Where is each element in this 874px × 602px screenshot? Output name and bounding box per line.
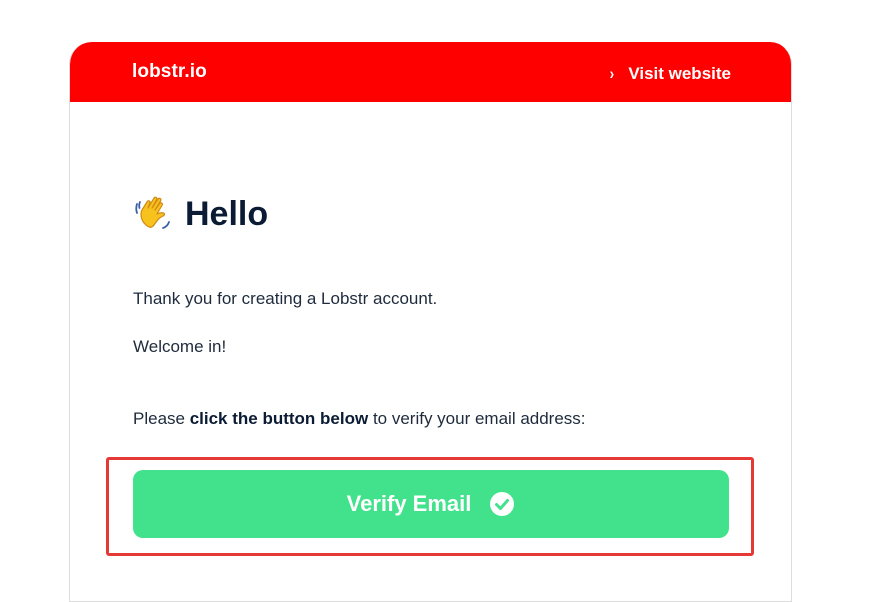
thank-you-text: Thank you for creating a Lobstr account. <box>133 289 438 308</box>
instruction-bold: click the button below <box>189 409 369 428</box>
brand-name: lobstr.io <box>132 61 207 82</box>
visit-website-link[interactable]: › Visit website <box>609 64 731 84</box>
waving-hand-icon <box>135 196 170 229</box>
verify-email-label: Verify Email <box>346 491 472 516</box>
check-circle-icon <box>490 492 515 516</box>
visit-website-label: Visit website <box>628 64 731 83</box>
chevron-right-icon: › <box>609 64 614 83</box>
welcome-text: Welcome in! <box>133 337 227 356</box>
instruction-prefix: Please <box>133 409 190 428</box>
verify-email-button[interactable]: Verify Email <box>133 470 729 538</box>
verify-instruction-text: Please click the button below to verify … <box>133 408 586 430</box>
email-card: lobstr.io › Visit website Hello Thank yo… <box>69 42 792 602</box>
greeting: Hello <box>133 194 268 234</box>
email-header: lobstr.io › Visit website <box>70 42 791 102</box>
greeting-title: Hello <box>185 195 269 233</box>
instruction-suffix: to verify your email address: <box>368 409 586 428</box>
